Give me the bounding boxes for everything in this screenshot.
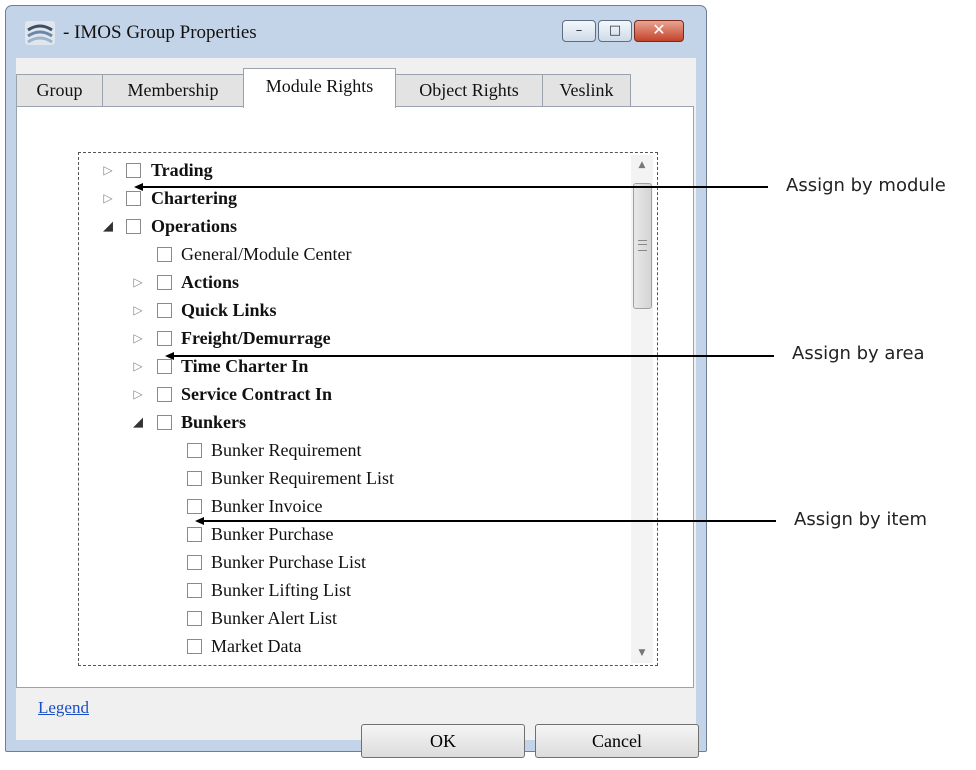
bunker-lifting-list-checkbox[interactable] — [187, 583, 202, 598]
tree-item-bunker-alert-list[interactable]: Bunker Alert List — [79, 604, 619, 632]
tree-item-bunker-purchase[interactable]: Bunker Purchase — [79, 520, 619, 548]
tree-item-trading[interactable]: ▷ Trading — [79, 156, 619, 184]
thumb-grip-icon — [638, 240, 647, 251]
tree-item-label: Bunker Requirement List — [211, 468, 394, 488]
close-button[interactable]: ✕ — [634, 20, 684, 42]
operations-checkbox[interactable] — [126, 219, 141, 234]
tree-item-general-module-center[interactable]: General/Module Center — [79, 240, 619, 268]
bunker-requirement-list-checkbox[interactable] — [187, 471, 202, 486]
tree-vertical-scrollbar[interactable]: ▲ ▼ — [631, 155, 653, 663]
tree-item-actions[interactable]: ▷ Actions — [79, 268, 619, 296]
tree-item-quick-links[interactable]: ▷ Quick Links — [79, 296, 619, 324]
expand-arrow-icon[interactable]: ▷ — [101, 184, 115, 212]
tree-item-label: Bunker Alert List — [211, 608, 337, 628]
tree-item-label: Service Contract In — [181, 384, 332, 404]
tree-item-operations[interactable]: ◢ Operations — [79, 212, 619, 240]
bunker-alert-list-checkbox[interactable] — [187, 611, 202, 626]
group-properties-window: - IMOS Group Properties – □ ✕ Group Memb… — [5, 5, 707, 758]
tree-item-label: Bunker Purchase List — [211, 552, 366, 572]
maximize-button[interactable]: □ — [598, 20, 632, 42]
expand-arrow-icon[interactable]: ▷ — [131, 380, 145, 408]
tree-item-bunker-purchase-list[interactable]: Bunker Purchase List — [79, 548, 619, 576]
dialog-client-area: Group Membership Module Rights Object Ri… — [16, 58, 699, 758]
bunker-purchase-list-checkbox[interactable] — [187, 555, 202, 570]
tree-item-label: Operations — [151, 216, 238, 236]
tree-item-label: Trading — [151, 160, 213, 180]
scroll-up-arrow-icon[interactable]: ▲ — [631, 155, 653, 175]
tree-item-label: General/Module Center — [181, 244, 352, 264]
tree-item-bunker-requirement[interactable]: Bunker Requirement — [79, 436, 619, 464]
tab-module-rights[interactable]: Module Rights — [243, 68, 396, 108]
tree-item-label: Chartering — [151, 188, 237, 208]
trading-checkbox[interactable] — [126, 163, 141, 178]
tree-item-label: Bunkers — [181, 412, 247, 432]
tree-item-freight-demurrage[interactable]: ▷ Freight/Demurrage — [79, 324, 619, 352]
expand-arrow-icon[interactable]: ▷ — [131, 296, 145, 324]
tab-group[interactable]: Group — [16, 74, 103, 106]
tree-item-label: Bunker Requirement — [211, 440, 362, 460]
collapse-arrow-icon[interactable]: ◢ — [101, 212, 115, 240]
tree-item-bunker-requirement-list[interactable]: Bunker Requirement List — [79, 464, 619, 492]
tab-veslink[interactable]: Veslink — [542, 74, 631, 106]
annotation-arrowhead-icon — [165, 352, 174, 360]
bunker-purchase-checkbox[interactable] — [187, 527, 202, 542]
tree-item-label: Bunker Invoice — [211, 496, 323, 516]
annotation-arrowhead-icon — [195, 517, 204, 525]
tree-item-service-contract-in[interactable]: ▷ Service Contract In — [79, 380, 619, 408]
app-icon — [25, 21, 55, 45]
scroll-down-arrow-icon[interactable]: ▼ — [631, 643, 653, 663]
maximize-icon: □ — [608, 23, 622, 38]
ok-button[interactable]: OK — [361, 724, 525, 758]
expand-arrow-icon[interactable]: ▷ — [131, 268, 145, 296]
market-data-summary-checkbox[interactable] — [187, 665, 202, 666]
collapse-arrow-icon[interactable]: ◢ — [131, 408, 145, 436]
annotation-assign-by-module: Assign by module — [786, 175, 946, 196]
scrollbar-thumb[interactable] — [633, 183, 652, 309]
tree-item-market-data-summary[interactable]: Market Data Summary — [79, 658, 619, 666]
annotation-line-area — [174, 355, 774, 357]
quick-links-checkbox[interactable] — [157, 303, 172, 318]
minimize-icon: – — [575, 23, 583, 38]
bunker-invoice-checkbox[interactable] — [187, 499, 202, 514]
market-data-checkbox[interactable] — [187, 639, 202, 654]
tree-item-label: Quick Links — [181, 300, 277, 320]
freight-demurrage-checkbox[interactable] — [157, 331, 172, 346]
title-bar: - IMOS Group Properties – □ ✕ — [6, 6, 706, 56]
legend-link[interactable]: Legend — [38, 698, 89, 718]
annotation-assign-by-area: Assign by area — [792, 343, 925, 364]
tree-item-bunker-invoice[interactable]: Bunker Invoice — [79, 492, 619, 520]
tree-item-label: Freight/Demurrage — [181, 328, 331, 348]
tree-item-market-data[interactable]: Market Data — [79, 632, 619, 660]
expand-arrow-icon[interactable]: ▷ — [131, 352, 145, 380]
actions-checkbox[interactable] — [157, 275, 172, 290]
tree-item-bunker-lifting-list[interactable]: Bunker Lifting List — [79, 576, 619, 604]
tree-item-chartering[interactable]: ▷ Chartering — [79, 184, 619, 212]
tab-object-rights[interactable]: Object Rights — [395, 74, 543, 106]
tree-item-label: Actions — [181, 272, 239, 292]
annotation-line-item — [204, 520, 776, 522]
expand-arrow-icon[interactable]: ▷ — [131, 324, 145, 352]
expand-arrow-icon[interactable]: ▷ — [101, 156, 115, 184]
tree-item-label: Bunker Lifting List — [211, 580, 351, 600]
close-icon: ✕ — [652, 20, 666, 39]
time-charter-in-checkbox[interactable] — [157, 359, 172, 374]
tree-item-label: Bunker Purchase — [211, 524, 334, 544]
annotation-arrowhead-icon — [134, 183, 143, 191]
minimize-button[interactable]: – — [562, 20, 596, 42]
tree-item-label: Market Data Summary — [211, 658, 376, 665]
annotation-line-module — [143, 186, 768, 188]
general-module-center-checkbox[interactable] — [157, 247, 172, 262]
bunker-requirement-checkbox[interactable] — [187, 443, 202, 458]
service-contract-in-checkbox[interactable] — [157, 387, 172, 402]
tab-membership[interactable]: Membership — [102, 74, 244, 106]
cancel-button[interactable]: Cancel — [535, 724, 699, 758]
module-rights-tree: ▷ Trading ▷ Chartering ◢ Operations Gene… — [78, 152, 658, 666]
tree-item-label: Market Data — [211, 636, 302, 656]
annotation-assign-by-item: Assign by item — [794, 509, 928, 530]
bunkers-checkbox[interactable] — [157, 415, 172, 430]
chartering-checkbox[interactable] — [126, 191, 141, 206]
window-title: - IMOS Group Properties — [63, 22, 257, 43]
tree-item-bunkers[interactable]: ◢ Bunkers — [79, 408, 619, 436]
